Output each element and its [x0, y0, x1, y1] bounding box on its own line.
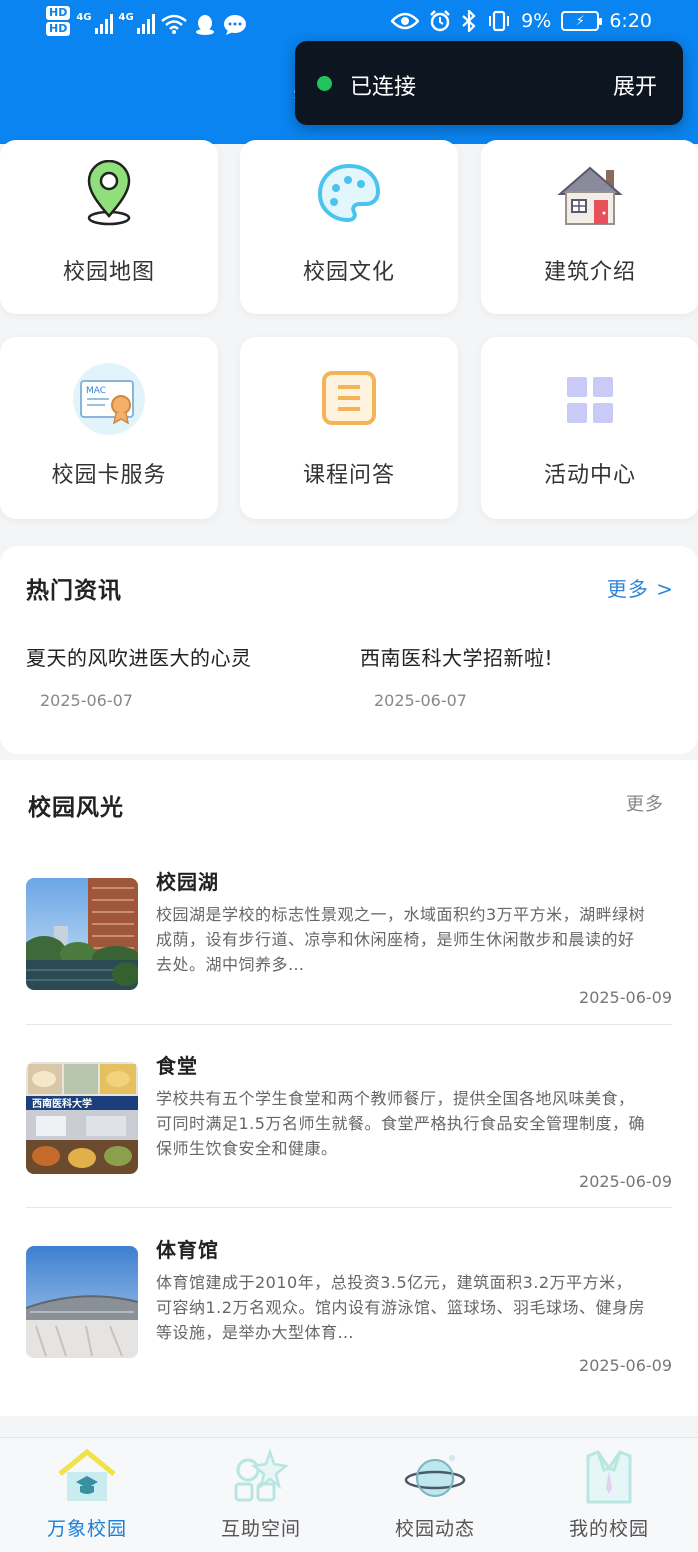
tab-my-campus[interactable]: 我的校园 — [522, 1438, 696, 1552]
alarm-icon — [430, 10, 451, 32]
grid-item-label: 活动中心 — [543, 463, 636, 488]
grid-item-campus-card[interactable]: MAC 校园卡服务 — [0, 337, 218, 519]
document-icon — [322, 371, 376, 425]
wifi-icon — [160, 14, 187, 34]
vibrate-icon — [489, 10, 510, 32]
scenery-section: 校园风光 更多 校园湖 校园湖是学校的标志性景观之一，水域面积约3万平方米，湖畔… — [0, 760, 698, 1416]
news-date: 2025-06-07 — [374, 691, 467, 710]
notification-icons — [160, 14, 247, 36]
grid-item-course-qa[interactable]: 课程问答 — [240, 337, 458, 519]
news-title: 西南医科大学招新啦! — [360, 646, 554, 670]
signal-1-icon: 4G — [76, 12, 113, 34]
connection-popup: 已连接 展开 — [295, 41, 683, 125]
hd-badge-2: HD — [46, 22, 71, 36]
gymnasium-thumbnail — [26, 1246, 138, 1358]
grid-item-campus-culture[interactable]: 校园文化 — [240, 140, 458, 314]
signal-2-icon: 4G — [119, 12, 155, 34]
planet-icon — [404, 1455, 466, 1497]
tab-label: 校园动态 — [394, 1518, 475, 1540]
tab-mutual-help[interactable]: 互助空间 — [174, 1438, 348, 1552]
item-description: 学校共有五个学生食堂和两个教师餐厅，提供全国各地风味美食，可同时满足1.5万名师… — [156, 1089, 645, 1158]
profile-icon — [586, 1450, 632, 1504]
bottom-tabbar: 万象校园 互助空间 校园动态 我的校园 — [0, 1437, 698, 1552]
item-description: 体育馆建成于2010年，总投资3.5亿元，建筑面积3.2万平方米，可容纳1.2万… — [156, 1273, 645, 1342]
scenery-title: 校园风光 — [28, 795, 124, 821]
tab-label: 互助空间 — [220, 1518, 301, 1540]
expand-button[interactable]: 展开 — [613, 69, 657, 101]
hd-indicators: HD HD — [46, 6, 71, 36]
status-left: HD HD 4G 4G — [46, 6, 247, 36]
news-title: 夏天的风吹进医大的心灵 — [26, 646, 252, 670]
scenery-more-link[interactable]: 更多 — [626, 790, 664, 816]
tab-home[interactable]: 万象校园 — [0, 1438, 174, 1552]
battery-icon: ⚡ — [561, 11, 603, 31]
item-date: 2025-06-09 — [579, 1356, 672, 1375]
canteen-thumbnail: 西南医科大学 — [26, 1062, 138, 1174]
grid-item-label: 校园卡服务 — [51, 463, 167, 488]
house-icon — [557, 166, 623, 225]
home-icon — [58, 1448, 116, 1501]
tab-campus-news[interactable]: 校园动态 — [348, 1438, 522, 1552]
connected-dot-icon — [317, 76, 332, 91]
map-pin-icon — [87, 160, 131, 226]
grid-item-building-intro[interactable]: 建筑介绍 — [481, 140, 698, 314]
connection-status: 已连接 — [350, 75, 417, 100]
item-name: 校园湖 — [156, 870, 219, 894]
grid-item-label: 校园文化 — [302, 260, 395, 285]
list-item-campus-lake[interactable]: 校园湖 校园湖是学校的标志性景观之一，水域面积约3万平方米，湖畔绿树成荫，设有步… — [26, 870, 672, 1040]
hot-news-card: 热门资讯 更多 > 夏天的风吹进医大的心灵 2025-06-07 西南医科大学招… — [0, 546, 698, 754]
hot-news-more-link[interactable]: 更多 > — [607, 573, 674, 602]
item-date: 2025-06-09 — [579, 1172, 672, 1191]
list-item-gymnasium[interactable]: 体育馆 体育馆建成于2010年，总投资3.5亿元，建筑面积3.2万平方米，可容纳… — [26, 1238, 672, 1408]
status-right: 9% ⚡ 6:20 — [391, 10, 652, 32]
tab-label: 我的校园 — [568, 1518, 649, 1540]
shapes-icon — [234, 1448, 289, 1502]
battery-percent: 9% — [521, 10, 552, 32]
hot-news-title: 热门资讯 — [26, 578, 122, 604]
network-label-1: 4G — [76, 12, 92, 23]
news-item[interactable]: 西南医科大学招新啦! 2025-06-07 — [360, 642, 553, 710]
palette-icon — [317, 163, 381, 223]
grid-item-label: 校园地图 — [62, 260, 155, 285]
grid-item-label: 课程问答 — [302, 463, 395, 488]
campus-lake-thumbnail — [26, 878, 138, 990]
tab-label: 万象校园 — [46, 1518, 127, 1540]
certificate-icon: MAC — [73, 363, 145, 435]
grid-item-campus-map[interactable]: 校园地图 — [0, 140, 218, 314]
news-date: 2025-06-07 — [40, 691, 133, 710]
grid-item-label: 建筑介绍 — [543, 260, 636, 285]
message-icon — [223, 15, 246, 35]
divider — [26, 1207, 672, 1208]
svg-text:MAC: MAC — [86, 386, 106, 396]
grid-icon — [567, 377, 613, 423]
item-description: 校园湖是学校的标志性景观之一，水域面积约3万平方米，湖畔绿树成荫，设有步行道、凉… — [156, 905, 646, 974]
clock: 6:20 — [609, 10, 652, 32]
grid-item-activity-center[interactable]: 活动中心 — [481, 337, 698, 519]
network-label-2: 4G — [118, 12, 134, 23]
item-date: 2025-06-09 — [579, 988, 672, 1007]
news-item[interactable]: 夏天的风吹进医大的心灵 2025-06-07 — [26, 642, 252, 710]
divider — [26, 1024, 672, 1025]
bluetooth-icon — [462, 10, 476, 32]
qq-icon — [195, 15, 214, 35]
eye-icon — [391, 12, 420, 30]
hd-badge-1: HD — [46, 6, 71, 20]
item-name: 食堂 — [156, 1054, 198, 1078]
list-item-canteen[interactable]: 西南医科大学 食堂 学校共有五个学生食堂和两个教师餐厅，提供全国各地风味美食，可… — [26, 1054, 672, 1224]
svg-text:西南医科大学: 西南医科大学 — [32, 1097, 92, 1110]
item-name: 体育馆 — [156, 1238, 219, 1262]
